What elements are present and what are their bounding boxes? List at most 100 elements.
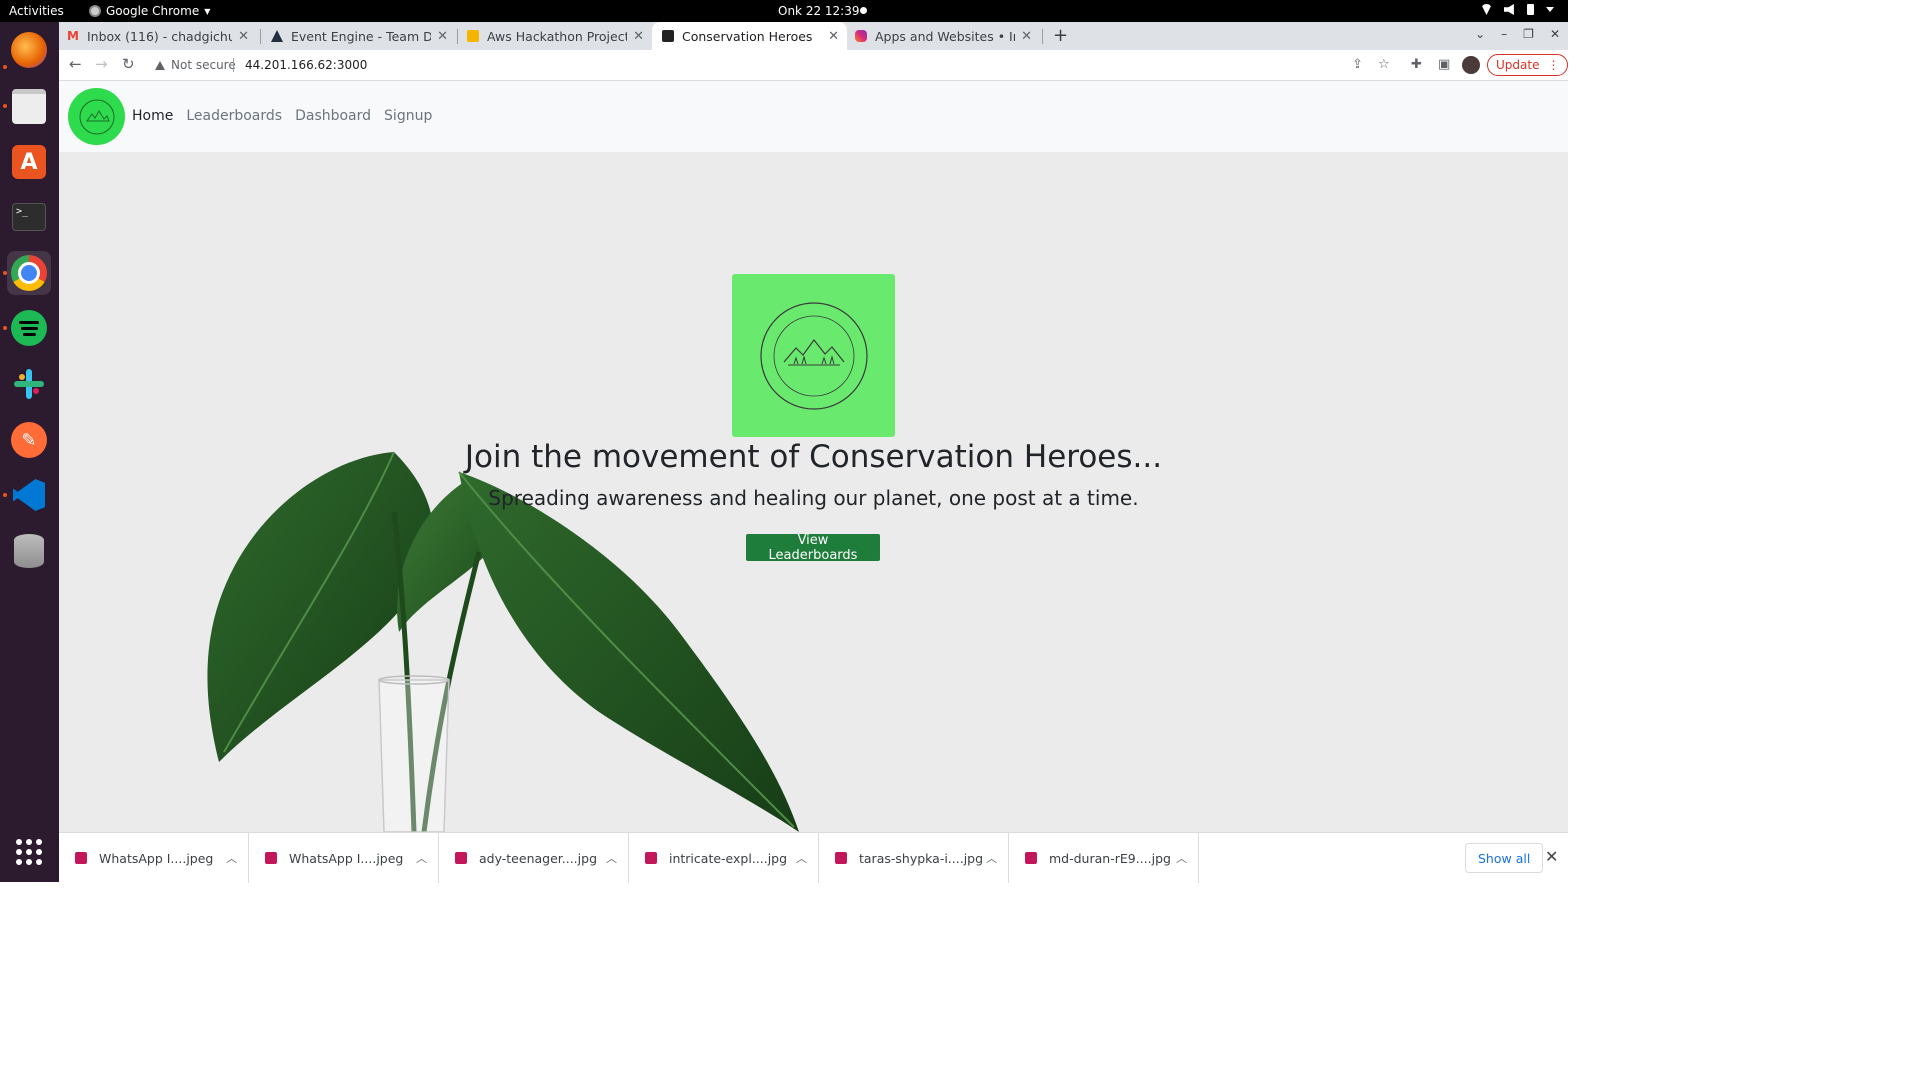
battery-icon bbox=[1527, 4, 1534, 15]
tab-instagram[interactable]: Apps and Websites • Instagram ✕ bbox=[855, 22, 1040, 50]
address-bar[interactable]: 44.201.166.62:3000 bbox=[245, 58, 367, 72]
hero-subtitle: Spreading awareness and healing our plan… bbox=[488, 486, 1139, 510]
activities-button[interactable]: Activities bbox=[9, 4, 64, 18]
download-filename: md-duran-rE9....jpg bbox=[1049, 850, 1171, 866]
restore-icon[interactable]: ❐ bbox=[1523, 27, 1534, 41]
tab-title: Event Engine - Team Dashboard bbox=[291, 28, 432, 44]
chevron-up-icon[interactable]: ︿ bbox=[416, 850, 438, 866]
chrome-icon bbox=[89, 5, 101, 17]
tab-aws-hackathon[interactable]: Aws Hackathon Project Plan ✕ bbox=[467, 22, 652, 50]
close-icon[interactable]: ✕ bbox=[238, 29, 249, 44]
dock-spotify[interactable] bbox=[7, 306, 51, 350]
tab-divider bbox=[1042, 29, 1043, 44]
security-indicator[interactable]: Not secure bbox=[155, 58, 236, 72]
chevron-down-icon bbox=[1546, 7, 1554, 12]
back-icon[interactable]: ← bbox=[69, 55, 82, 73]
tab-title: Conservation Heroes bbox=[682, 28, 813, 44]
site-logo[interactable] bbox=[68, 88, 125, 145]
running-indicator bbox=[3, 493, 7, 497]
show-applications-button[interactable] bbox=[7, 830, 51, 874]
warning-icon bbox=[155, 60, 165, 70]
share-icon[interactable]: ⇪ bbox=[1352, 57, 1363, 72]
download-shelf: WhatsApp I....jpeg ︿ WhatsApp I....jpeg … bbox=[59, 832, 1568, 883]
extensions-icon[interactable]: ✚ bbox=[1411, 57, 1422, 72]
instagram-icon bbox=[855, 30, 867, 42]
kebab-menu-icon: ⋮ bbox=[1547, 58, 1560, 72]
dock-files[interactable] bbox=[7, 84, 51, 128]
app-center-icon: A bbox=[12, 145, 46, 179]
download-item[interactable]: md-duran-rE9....jpg ︿ bbox=[1009, 833, 1199, 883]
chevron-up-icon[interactable]: ︿ bbox=[1176, 850, 1198, 866]
volume-icon bbox=[1504, 4, 1514, 15]
download-item[interactable]: WhatsApp I....jpeg ︿ bbox=[59, 833, 249, 883]
slides-icon bbox=[467, 30, 479, 42]
tab-conservation-heroes[interactable]: Conservation Heroes ✕ bbox=[652, 22, 847, 50]
dock-database[interactable] bbox=[7, 529, 51, 573]
download-filename: WhatsApp I....jpeg bbox=[289, 850, 404, 866]
show-all-downloads-button[interactable]: Show all bbox=[1465, 843, 1544, 873]
dock-firefox[interactable] bbox=[7, 28, 51, 72]
image-file-icon bbox=[265, 852, 277, 864]
dock-slack[interactable] bbox=[7, 362, 51, 406]
react-icon bbox=[662, 30, 674, 42]
app-menu[interactable]: Google Chrome ▼ bbox=[89, 4, 210, 18]
reload-icon[interactable]: ↻ bbox=[122, 55, 135, 73]
update-button[interactable]: Update ⋮ bbox=[1487, 54, 1569, 76]
tab-title: Aws Hackathon Project Plan bbox=[487, 28, 628, 44]
chevron-down-icon: ▼ bbox=[204, 6, 211, 16]
close-icon[interactable]: ✕ bbox=[633, 29, 644, 44]
nav-signup[interactable]: Signup bbox=[384, 108, 432, 124]
close-icon[interactable]: ✕ bbox=[1550, 27, 1560, 41]
clock[interactable]: Onk 22 12:39 bbox=[778, 4, 859, 18]
close-icon[interactable]: ✕ bbox=[437, 29, 448, 44]
hero-title: Join the movement of Conservation Heroes… bbox=[464, 439, 1163, 475]
nav-home[interactable]: Home bbox=[132, 108, 173, 124]
dock-chrome[interactable] bbox=[7, 251, 51, 295]
tab-divider bbox=[457, 29, 458, 44]
chrome-icon bbox=[11, 255, 47, 291]
tab-event-engine[interactable]: Event Engine - Team Dashboard ✕ bbox=[271, 22, 456, 50]
forward-icon[interactable]: → bbox=[95, 55, 108, 73]
hero-logo bbox=[732, 274, 895, 437]
tab-title: Apps and Websites • Instagram bbox=[875, 28, 1015, 44]
system-top-bar: Activities Google Chrome ▼ Onk 22 12:39 bbox=[0, 0, 1568, 22]
view-leaderboards-button[interactable]: View Leaderboards bbox=[746, 533, 880, 563]
close-icon[interactable]: ✕ bbox=[1021, 29, 1032, 44]
running-indicator bbox=[3, 104, 7, 108]
side-panel-icon[interactable]: ▣ bbox=[1438, 57, 1450, 72]
nav-dashboard[interactable]: Dashboard bbox=[295, 108, 371, 124]
nav-leaderboards[interactable]: Leaderboards bbox=[186, 108, 282, 124]
new-tab-button[interactable]: + bbox=[1053, 25, 1068, 46]
download-filename: intricate-expl....jpg bbox=[669, 850, 788, 866]
close-icon[interactable]: ✕ bbox=[1545, 847, 1558, 866]
terminal-icon: >_ bbox=[12, 203, 46, 231]
bookmark-star-icon[interactable]: ☆ bbox=[1378, 57, 1390, 72]
postman-icon: ✎ bbox=[11, 422, 47, 458]
system-tray[interactable] bbox=[1481, 4, 1554, 15]
chevron-up-icon[interactable]: ︿ bbox=[796, 850, 818, 866]
database-icon bbox=[14, 534, 44, 568]
dock-postman[interactable]: ✎ bbox=[7, 418, 51, 462]
tab-search-icon[interactable]: ⌄ bbox=[1475, 27, 1485, 41]
download-item[interactable]: intricate-expl....jpg ︿ bbox=[629, 833, 819, 883]
chevron-up-icon[interactable]: ︿ bbox=[986, 850, 1008, 866]
tab-title: Inbox (116) - chadgichuki@gmail.com bbox=[87, 28, 233, 44]
notification-dot bbox=[860, 7, 867, 14]
chevron-up-icon[interactable]: ︿ bbox=[606, 850, 628, 866]
profile-avatar[interactable] bbox=[1462, 56, 1480, 74]
dock-terminal[interactable]: >_ bbox=[7, 195, 51, 239]
dock-app-center[interactable]: A bbox=[7, 140, 51, 184]
download-item[interactable]: ady-teenager....jpg ︿ bbox=[439, 833, 629, 883]
dock-vscode[interactable] bbox=[7, 473, 51, 517]
wifi-icon bbox=[1481, 4, 1492, 15]
gmail-icon: M bbox=[67, 29, 79, 43]
download-item[interactable]: taras-shypka-i....jpg ︿ bbox=[819, 833, 1009, 883]
running-indicator bbox=[3, 326, 7, 330]
chevron-up-icon[interactable]: ︿ bbox=[226, 850, 248, 866]
tab-gmail[interactable]: M Inbox (116) - chadgichuki@gmail.com ✕ bbox=[67, 22, 257, 50]
download-item[interactable]: WhatsApp I....jpeg ︿ bbox=[249, 833, 439, 883]
close-icon[interactable]: ✕ bbox=[828, 29, 839, 44]
image-file-icon bbox=[455, 852, 467, 864]
site-nav-links: Home Leaderboards Dashboard Signup bbox=[132, 108, 432, 124]
minimize-icon[interactable]: – bbox=[1501, 27, 1507, 41]
